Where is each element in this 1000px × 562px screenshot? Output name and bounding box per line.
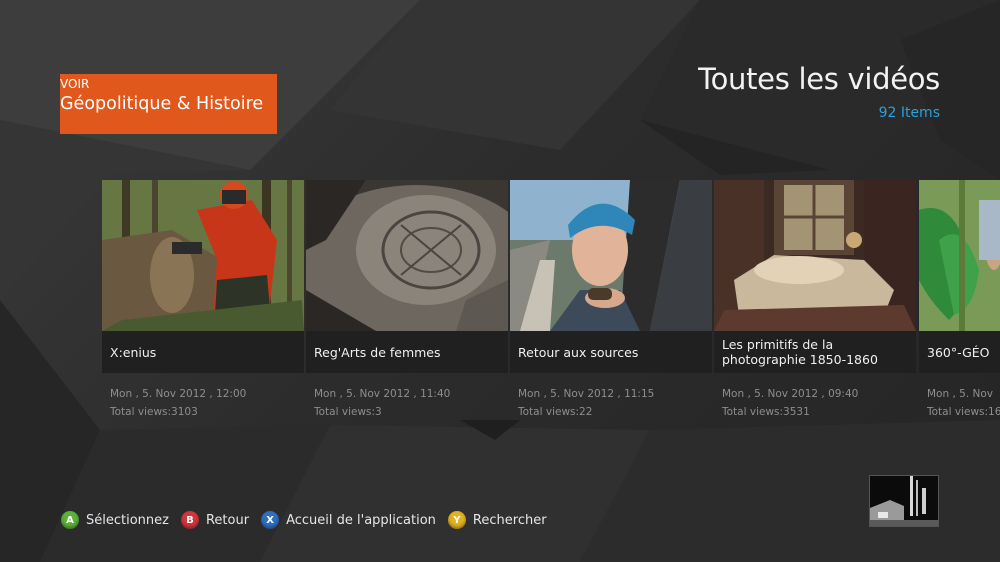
hint-label: Retour [205, 512, 250, 528]
hint-home[interactable]: X Accueil de l'application [261, 511, 436, 529]
video-views: Total views:16 [927, 406, 1000, 418]
category-kicker: VOIR [60, 77, 90, 91]
video-meta: Mon , 5. Nov Total views:16 [919, 373, 1000, 421]
video-views: Total views:3 [314, 406, 382, 418]
mini-preview-window[interactable] [869, 475, 939, 527]
video-meta: Mon , 5. Nov 2012 , 12:00 Total views:31… [102, 373, 304, 421]
controller-hints: A Sélectionnez B Retour X Accueil de l'a… [61, 511, 559, 529]
preview-image [870, 476, 938, 526]
vintage-bedroom-thumbnail-image [714, 180, 916, 331]
video-title-bar: Retour aux sources [510, 331, 712, 373]
video-views: Total views:3531 [722, 406, 810, 418]
hint-select[interactable]: A Sélectionnez [61, 511, 169, 529]
lumberjack-thumbnail-image [102, 180, 304, 331]
video-views: Total views:22 [518, 406, 593, 418]
video-title: 360°-GÉO [927, 344, 990, 360]
video-meta: Mon , 5. Nov 2012 , 09:40 Total views:35… [714, 373, 916, 421]
category-tile[interactable]: VOIR Géopolitique & Histoire [60, 74, 277, 134]
video-title-bar: Reg'Arts de femmes [306, 331, 508, 373]
video-tile[interactable]: Reg'Arts de femmes Mon , 5. Nov 2012 , 1… [306, 180, 508, 421]
video-tile[interactable]: Les primitifs de la photographie 1850-18… [714, 180, 916, 421]
x-button-icon: X [261, 511, 280, 529]
video-tile[interactable]: X:enius Mon , 5. Nov 2012 , 12:00 Total … [102, 180, 304, 421]
video-views: Total views:3103 [110, 406, 198, 418]
video-thumbnail [510, 180, 712, 331]
hint-back[interactable]: B Retour [180, 511, 250, 529]
video-browser-screen: VOIR Géopolitique & Histoire Toutes les … [0, 0, 1000, 562]
page-title: Toutes les vidéos [698, 62, 940, 96]
video-title-bar: Les primitifs de la photographie 1850-18… [714, 331, 916, 373]
video-title: X:enius [110, 344, 157, 360]
video-thumbnail [919, 180, 1000, 331]
video-date: Mon , 5. Nov [927, 388, 993, 400]
video-thumbnail [102, 180, 304, 331]
item-count: 92 Items [878, 105, 940, 121]
hint-search[interactable]: Y Rechercher [447, 511, 547, 529]
video-meta: Mon , 5. Nov 2012 , 11:15 Total views:22 [510, 373, 712, 421]
category-title: Géopolitique & Histoire [60, 94, 264, 114]
video-title: Les primitifs de la photographie 1850-18… [722, 337, 878, 367]
a-button-icon: A [61, 511, 79, 529]
hint-label: Accueil de l'application [286, 512, 436, 528]
video-date: Mon , 5. Nov 2012 , 09:40 [722, 388, 859, 400]
engraved-plate-thumbnail-image [306, 180, 508, 331]
woman-portrait-thumbnail-image [510, 180, 712, 331]
video-meta: Mon , 5. Nov 2012 , 11:40 Total views:3 [306, 373, 508, 421]
video-thumbnail [714, 180, 916, 331]
b-button-icon: B [180, 511, 199, 529]
y-button-icon: Y [447, 511, 466, 529]
video-date: Mon , 5. Nov 2012 , 11:40 [314, 388, 451, 400]
video-title: Retour aux sources [518, 344, 639, 360]
video-title: Reg'Arts de femmes [314, 344, 441, 360]
video-date: Mon , 5. Nov 2012 , 12:00 [110, 388, 247, 400]
video-thumbnail [306, 180, 508, 331]
video-tile[interactable]: Retour aux sources Mon , 5. Nov 2012 , 1… [510, 180, 712, 421]
video-tile[interactable]: 360°-GÉO Mon , 5. Nov Total views:16 [919, 180, 1000, 421]
jungle-leaves-thumbnail-image [919, 180, 1000, 331]
video-carousel[interactable]: X:enius Mon , 5. Nov 2012 , 12:00 Total … [102, 180, 1000, 425]
hint-label: Sélectionnez [86, 512, 169, 528]
hint-label: Rechercher [472, 512, 547, 528]
video-title-bar: 360°-GÉO [919, 331, 1000, 373]
video-title-bar: X:enius [102, 331, 304, 373]
video-date: Mon , 5. Nov 2012 , 11:15 [518, 388, 655, 400]
